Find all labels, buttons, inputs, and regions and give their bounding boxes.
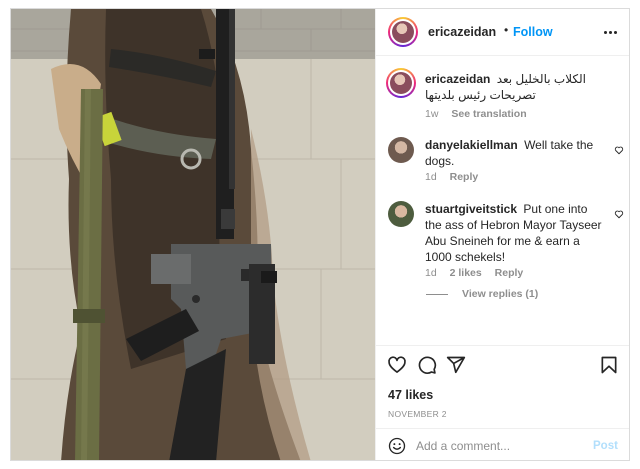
like-comment-heart-icon[interactable] (614, 209, 624, 219)
comment-author-username[interactable]: danyelakiellman (425, 138, 518, 152)
emoji-smiley-icon[interactable] (388, 437, 406, 455)
likes-count[interactable]: 47 likes (388, 388, 433, 402)
view-replies-button[interactable]: View replies (1) (426, 288, 538, 300)
post-side-panel: ericazeidan • Follow ericazeidan الكلاب … (375, 9, 629, 460)
add-comment-input[interactable] (416, 437, 586, 455)
comment-age: 1d (425, 171, 437, 183)
post-comment-button[interactable]: Post (593, 440, 618, 452)
comment-likes-count[interactable]: 2 likes (450, 267, 482, 279)
like-heart-icon[interactable] (387, 355, 407, 375)
comment-author-avatar[interactable] (388, 201, 414, 227)
caption-age: 1w (425, 108, 439, 120)
comment-author-username[interactable]: stuartgiveitstick (425, 202, 517, 216)
like-comment-heart-icon[interactable] (614, 145, 624, 155)
post-header: ericazeidan • Follow (376, 9, 629, 56)
author-avatar[interactable] (388, 17, 418, 47)
more-options-icon[interactable] (600, 22, 620, 42)
comment-age: 1d (425, 267, 437, 279)
comment-meta: 1d Reply (425, 171, 488, 183)
caption-meta: 1w See translation (425, 108, 537, 120)
save-bookmark-icon[interactable] (599, 355, 619, 375)
see-translation-link[interactable]: See translation (451, 108, 526, 120)
post-photo-image (11, 9, 375, 460)
reply-button[interactable]: Reply (495, 267, 524, 279)
comment-bubble-icon[interactable] (417, 355, 437, 375)
share-send-icon[interactable] (446, 355, 466, 375)
reply-button[interactable]: Reply (450, 171, 479, 183)
post-actions-section: 47 likes NOVEMBER 2 (376, 345, 629, 428)
caption-author-avatar[interactable] (386, 68, 416, 98)
instagram-post-window: ericazeidan • Follow ericazeidan الكلاب … (10, 8, 630, 461)
comment-meta: 1d 2 likes Reply (425, 267, 533, 279)
view-replies-line (426, 293, 448, 295)
view-replies-label: View replies (1) (462, 288, 539, 300)
comment-composer: Post (376, 428, 629, 460)
comments-list[interactable]: ericazeidan الكلاب بالخليل بعد تصريحات ر… (376, 57, 629, 345)
follow-button[interactable]: Follow (513, 25, 553, 39)
post-date: NOVEMBER 2 (388, 409, 447, 419)
post-photo[interactable] (11, 9, 375, 460)
caption-author-username[interactable]: ericazeidan (425, 72, 490, 86)
header-separator: • (504, 23, 509, 37)
comment-author-avatar[interactable] (388, 137, 414, 163)
author-username[interactable]: ericazeidan (428, 25, 496, 39)
